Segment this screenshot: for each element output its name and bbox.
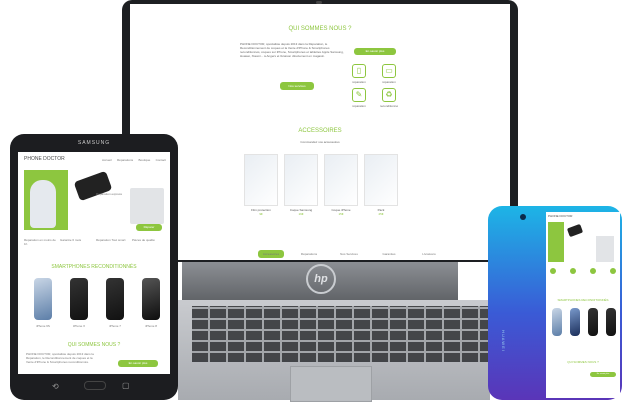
tab-repairs[interactable]: Réparations (290, 250, 328, 258)
nav-item[interactable]: Réparations (117, 158, 133, 162)
phone-service-icons (550, 268, 616, 274)
service-icon (610, 268, 616, 274)
hero-title: Réparation express (96, 192, 123, 196)
tab-delivery[interactable]: Livraisons (410, 250, 448, 258)
laptop-intro-text: PHONE DOCTOR, spécialiste depuis 2013 da… (240, 42, 344, 58)
phone-name: iPhone 7 (109, 324, 121, 328)
phone-icon: ▯ (352, 64, 366, 78)
product-card[interactable]: Coque iPhone 15€ (324, 154, 358, 216)
tab-services[interactable]: Nos Services (330, 250, 368, 258)
phone-about-button[interactable]: En savoir plus (590, 372, 616, 377)
nav-item[interactable]: Boutique (138, 158, 150, 162)
phone-image-2[interactable] (70, 278, 88, 320)
service-icon (570, 268, 576, 274)
phone-product-2[interactable] (570, 308, 580, 336)
phone-screen: PHONE DOCTOR SMARTPHONES RECONDITIONNÉS … (546, 212, 620, 398)
tablet-about-button[interactable]: En savoir plus (118, 360, 158, 367)
home-button[interactable] (84, 381, 106, 390)
back-icon[interactable]: ⟲ (52, 382, 59, 391)
tablet-brand: SAMSUNG (77, 140, 111, 146)
tablet-about-title: QUI SOMMES NOUS ? (67, 342, 121, 348)
doctor-illustration (30, 180, 56, 228)
laptop-more-button[interactable]: En savoir plus (354, 48, 396, 55)
phone-section-title: SMARTPHONES RECONDITIONNÉS (557, 298, 609, 302)
recycle-icon: ♻ (382, 88, 396, 102)
phone-product-1[interactable] (552, 308, 562, 336)
hp-logo: hp (306, 264, 336, 294)
phone-hero-image (566, 223, 584, 238)
tablet-icon: ▭ (382, 64, 396, 78)
service-item: Pièces de qualité (132, 238, 155, 242)
hero-cta-button[interactable]: Réparer (136, 224, 162, 231)
phone-product-3[interactable] (588, 308, 598, 336)
nav-item[interactable]: Accueil (102, 158, 112, 162)
phone-name: iPhone 8 (145, 324, 157, 328)
laptop-keyboard (192, 306, 492, 362)
laptop-section-title: QUI SOMMES NOUS ? (288, 26, 352, 32)
tablet-nav: Accueil Réparations Boutique Contact (102, 158, 166, 162)
product-card[interactable]: Pack 25€ (364, 154, 398, 216)
laptop-services-button[interactable]: Nos services (280, 82, 314, 90)
product-image (244, 154, 278, 206)
phone-product-4[interactable] (606, 308, 616, 336)
service-item: Réparation en moins de 1h (24, 238, 56, 246)
phone-device-diagram (596, 236, 614, 262)
product-image (284, 154, 318, 206)
accessories-subtitle: Commandez vos accessoires (300, 140, 340, 144)
phone-name: iPhone 6S (36, 324, 50, 328)
recent-apps-icon[interactable]: ▢ (122, 381, 130, 390)
tablet-about-text: PHONE DOCTOR, spécialiste depuis 2013 da… (26, 352, 94, 364)
feature-refurbished: ♻ reconditionné (379, 88, 398, 108)
product-image (324, 154, 358, 206)
tablet-section-title: SMARTPHONES RECONDITIONNÉS (51, 264, 137, 270)
phone-logo: PHONE DOCTOR (548, 214, 573, 218)
phone-image-4[interactable] (142, 278, 160, 320)
phone-hero-panel (548, 222, 564, 262)
phone-image-1[interactable] (34, 278, 52, 320)
accessories-title: ACCESSOIRES (298, 128, 342, 134)
feature-repair-tablet: ▭ réparation (382, 64, 396, 84)
feature-repair-tools: ✎ réparation (352, 88, 366, 108)
tab-guarantees[interactable]: Garanties (370, 250, 408, 258)
tab-accessories[interactable]: Accessoires (258, 250, 284, 258)
tablet-screen: PHONE DOCTOR Accueil Réparations Boutiqu… (18, 152, 170, 374)
phone-brand: HUAWEI (501, 330, 506, 352)
phone-about-title: QUI SOMMES NOUS ? (567, 360, 599, 364)
phone-image-3[interactable] (106, 278, 124, 320)
tablet-logo: PHONE DOCTOR (24, 156, 65, 162)
phone-camera (520, 214, 526, 220)
product-card[interactable]: Coque Samsung 19€ (284, 154, 318, 216)
hero-device-diagram (130, 188, 164, 224)
product-image (364, 154, 398, 206)
laptop-trackpad (290, 366, 372, 402)
laptop-screen: QUI SOMMES NOUS ? PHONE DOCTOR, spéciali… (130, 4, 510, 260)
feature-repair-phone: ▯ réparation (352, 64, 366, 84)
service-item: Réparation Tout smart (96, 238, 126, 242)
hero-phone-image (73, 170, 113, 202)
service-icon (590, 268, 596, 274)
service-icon (550, 268, 556, 274)
nav-item[interactable]: Contact (156, 158, 166, 162)
wrench-icon: ✎ (352, 88, 366, 102)
product-card[interactable]: Film protection 9€ (244, 154, 278, 216)
phone-name: iPhone X (72, 324, 86, 328)
service-item: Garantie 6 mois (60, 238, 82, 242)
